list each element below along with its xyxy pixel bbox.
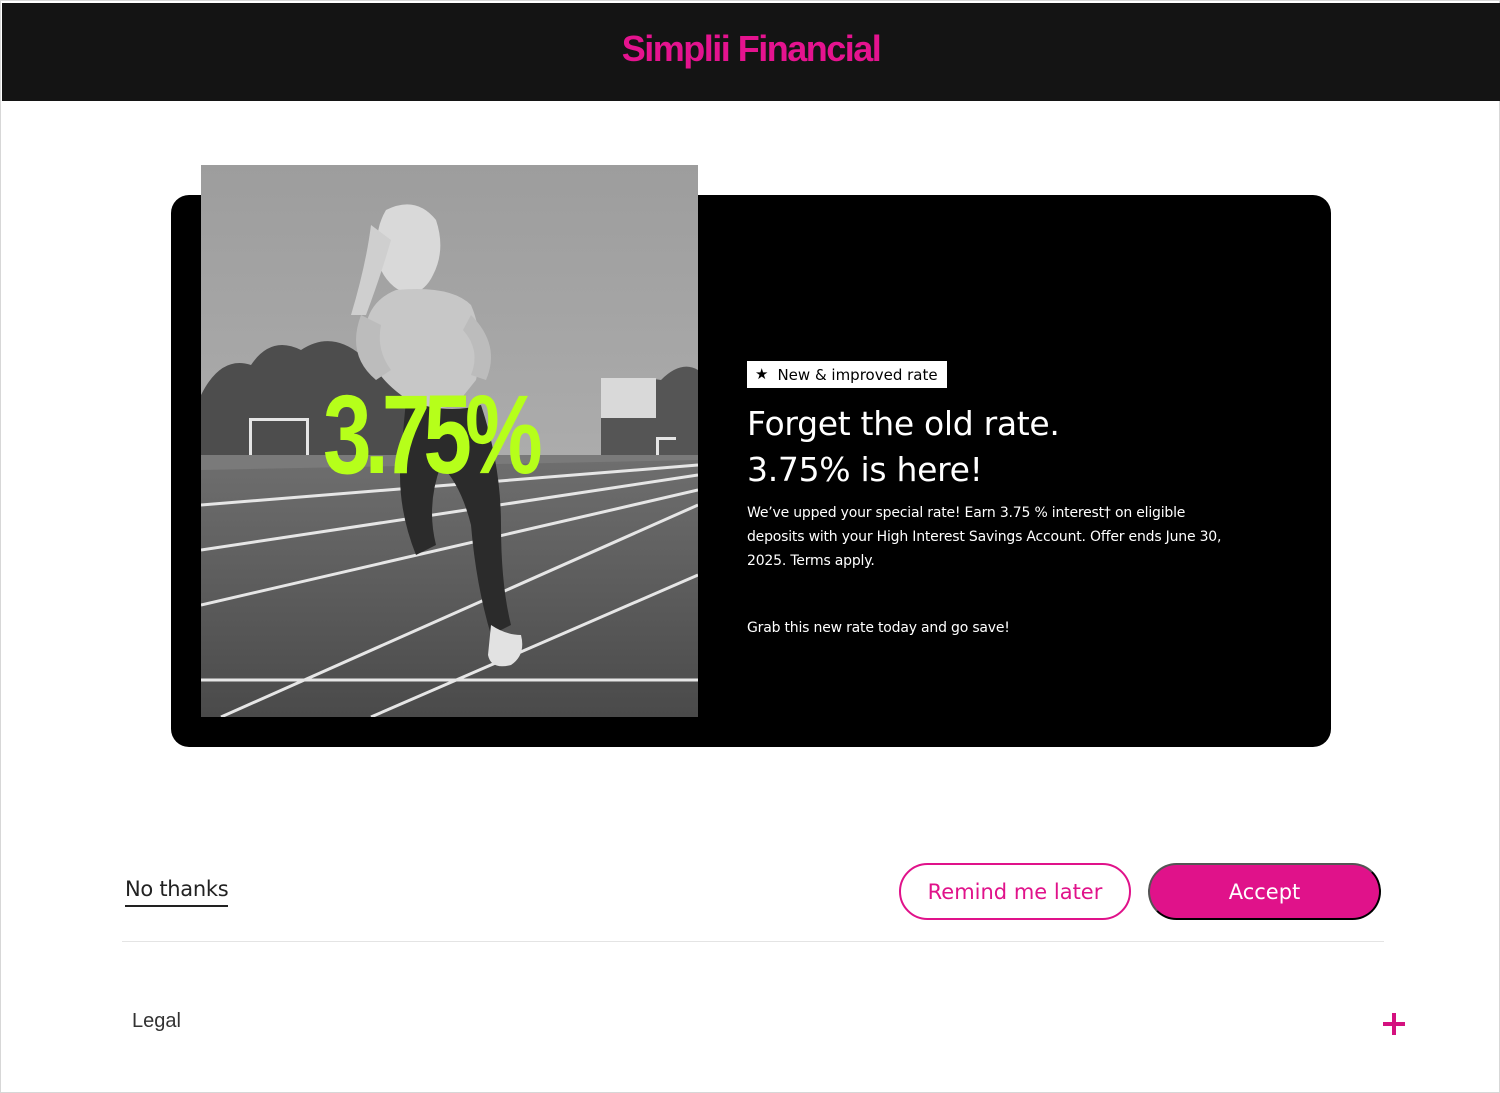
- star-icon: ★: [755, 365, 769, 383]
- hero-rate: 3.75%: [323, 372, 543, 497]
- headline-line-1: Forget the old rate.: [747, 404, 1060, 443]
- promo-cta-text: Grab this new rate today and go save!: [747, 620, 1010, 636]
- promo-body: We’ve upped your special rate! Earn 3.75…: [747, 505, 1222, 569]
- remind-me-later-button[interactable]: Remind me later: [899, 863, 1131, 920]
- no-thanks-link[interactable]: No thanks: [125, 877, 229, 907]
- badge-label: New & improved rate: [777, 365, 938, 384]
- top-bar: Simplii Financial: [2, 3, 1500, 101]
- promo-headline: Forget the old rate. 3.75% is here!: [747, 401, 1267, 493]
- accept-button[interactable]: Accept: [1148, 863, 1381, 920]
- headline-line-2: 3.75% is here!: [747, 450, 983, 489]
- plus-icon[interactable]: [1383, 1013, 1405, 1035]
- section-divider: [122, 941, 1384, 942]
- offer-page: Simplii Financial 3.75% ★ New & improved…: [0, 0, 1500, 1093]
- brand-logo[interactable]: Simplii Financial: [622, 28, 882, 70]
- legal-label[interactable]: Legal: [132, 1010, 181, 1033]
- new-rate-badge: ★ New & improved rate: [747, 361, 947, 388]
